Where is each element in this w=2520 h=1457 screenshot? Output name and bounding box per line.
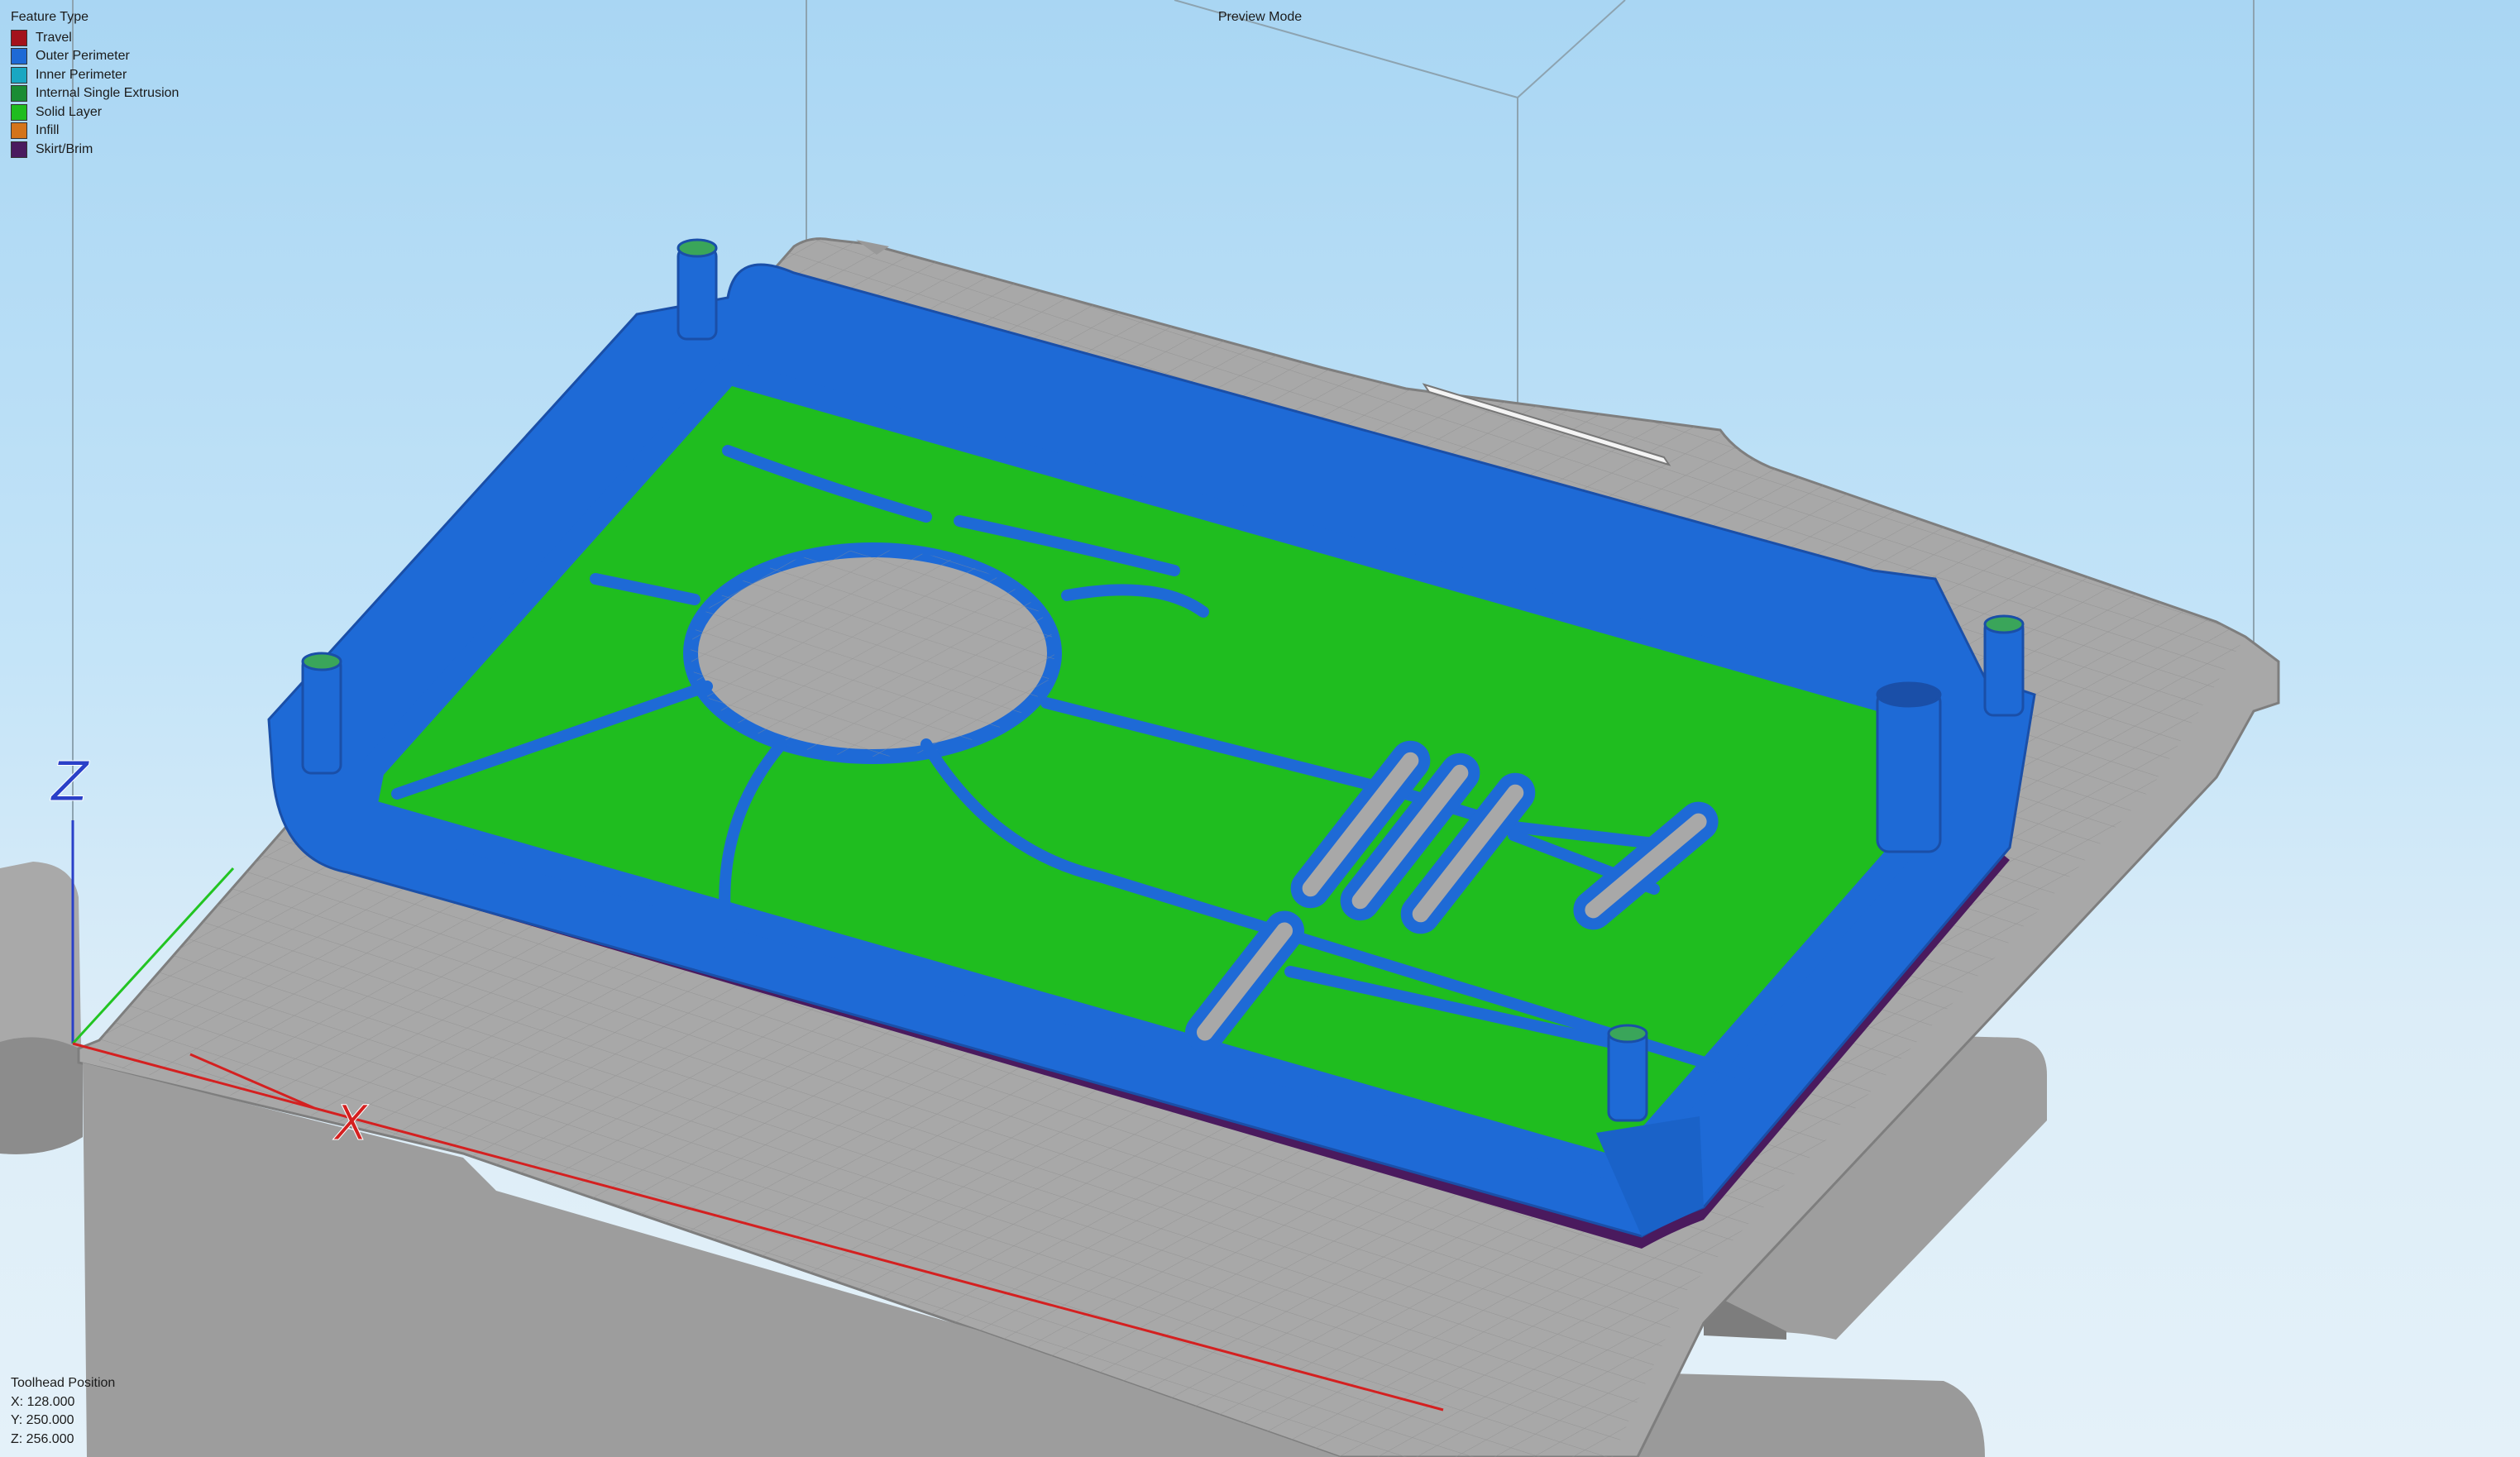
- legend-item-infill: Infill: [11, 122, 179, 141]
- legend-swatch: [11, 85, 27, 103]
- legend-swatch: [11, 48, 27, 65]
- toolhead-z: Z: 256.000: [11, 1431, 74, 1446]
- legend-swatch: [11, 29, 27, 46]
- toolhead-x: X: 128.000: [11, 1394, 75, 1409]
- legend-item-label: Outer Perimeter: [36, 49, 130, 63]
- 3d-preview-viewport[interactable]: Z X: [0, 0, 2520, 1457]
- legend-item-label: Travel: [36, 30, 72, 45]
- legend-item-label: Solid Layer: [36, 104, 103, 119]
- legend-item-outer-perimeter: Outer Perimeter: [11, 47, 179, 66]
- legend-item-internal-single-extrusion: Internal Single Extrusion: [11, 84, 179, 103]
- toolhead-position-readout: Toolhead Position X: 128.000 Y: 250.000 …: [11, 1374, 115, 1449]
- legend-item-label: Inner Perimeter: [36, 67, 127, 82]
- x-axis-label: X: [332, 1095, 369, 1151]
- legend-swatch: [11, 122, 27, 140]
- legend-swatch: [11, 66, 27, 84]
- view-mode-label: Preview Mode: [1217, 10, 1303, 24]
- legend-item-travel: Travel: [11, 29, 179, 48]
- legend-swatch: [11, 141, 27, 158]
- legend-item-label: Internal Single Extrusion: [36, 86, 179, 100]
- z-axis-label: Z: [50, 750, 90, 814]
- toolhead-title: Toolhead Position: [11, 1376, 116, 1390]
- legend-item-inner-perimeter: Inner Perimeter: [11, 66, 179, 85]
- legend-swatch: [11, 103, 27, 121]
- legend-item-skirt-brim: Skirt/Brim: [11, 141, 179, 160]
- legend-item-solid-layer: Solid Layer: [11, 103, 179, 122]
- legend-item-label: Skirt/Brim: [36, 141, 93, 156]
- toolhead-y: Y: 250.000: [11, 1413, 74, 1427]
- feature-type-legend: Feature Type Travel Outer Perimeter Inne…: [11, 8, 179, 159]
- legend-item-label: Infill: [36, 123, 60, 137]
